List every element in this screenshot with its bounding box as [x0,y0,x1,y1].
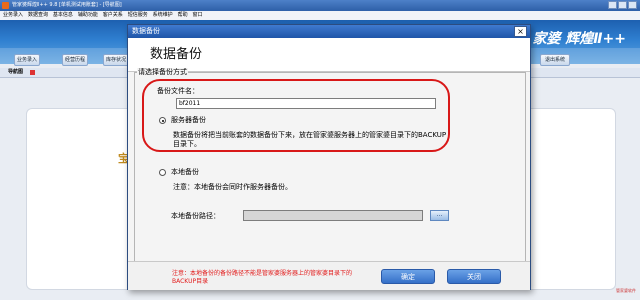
maximize-icon[interactable] [618,1,627,9]
dialog-header: 数据备份 [128,38,530,72]
backup-mode-legend: 请选择备份方式 [137,68,188,77]
menu-item[interactable]: 客户关系 [103,11,123,20]
menu-item[interactable]: 业务录入 [3,11,23,20]
menu-item[interactable]: 短信服务 [128,11,148,20]
local-path-input[interactable] [243,210,423,221]
menu-item[interactable]: 系统维护 [153,11,173,20]
nav-button-exit[interactable]: 退出系统 [540,54,570,66]
corner-logo: 管家婆软件 [616,288,636,293]
server-backup-description: 数据备份将把当前账套的数据备份下来，放在管家婆服务器上的管家婆目录下的BACKU… [173,131,447,148]
menu-item[interactable]: 基本信息 [53,11,73,20]
guide-title[interactable]: 导航图 [8,68,23,77]
ok-button[interactable]: 确定 [381,269,435,284]
menu-item[interactable]: 数据查询 [28,11,48,20]
close-button[interactable]: 关闭 [447,269,501,284]
dialog-title-bar[interactable]: 数据备份 × [128,25,530,38]
dialog-heading: 数据备份 [150,47,203,62]
dialog-button-bar: 注意：本地备份的备份路径不能是管家婆服务器上的管家婆目录下的BACKUP目录 确… [128,261,530,290]
dialog-close-icon[interactable]: × [514,26,527,37]
app-title: 管家婆辉煌Ⅱ++ 9.8 [单机测试用账套] - [导航图] [12,2,122,8]
server-backup-radio[interactable] [159,117,166,124]
close-tab-icon[interactable] [30,70,35,75]
local-backup-note: 注意：本地备份会同时作服务器备份。 [173,183,292,191]
filename-label: 备份文件名： [157,87,199,95]
nav-button-history[interactable]: 经营历程 [62,54,88,66]
nav-button-entry[interactable]: 业务录入 [14,54,40,66]
menu-item[interactable]: 帮助 [178,11,188,20]
browse-button[interactable]: ... [430,210,449,221]
local-backup-label[interactable]: 本地备份 [171,168,199,177]
close-window-icon[interactable] [628,1,637,9]
path-warning: 注意：本地备份的备份路径不能是管家婆服务器上的管家婆目录下的BACKUP目录 [172,270,353,285]
backup-dialog: 数据备份 × 数据备份 请选择备份方式 备份文件名： bf2011 服务器备份 … [127,24,531,290]
local-backup-radio[interactable] [159,169,166,176]
backup-filename-input[interactable]: bf2011 [176,98,436,109]
brand-logo: 家婆 辉煌Ⅱ++ [532,31,626,47]
local-path-label: 本地备份路径： [171,212,220,220]
menu-item[interactable]: 窗口 [193,11,203,20]
menu-item[interactable]: 辅助功能 [78,11,98,20]
app-logo-icon [2,2,9,9]
minimize-icon[interactable] [608,1,617,9]
window-controls [608,1,637,9]
nav-button-stock[interactable]: 库存状况 [103,54,129,66]
app-title-bar: 管家婆辉煌Ⅱ++ 9.8 [单机测试用账套] - [导航图] [0,0,640,11]
server-backup-label[interactable]: 服务器备份 [171,116,206,125]
dialog-title: 数据备份 [132,27,160,35]
